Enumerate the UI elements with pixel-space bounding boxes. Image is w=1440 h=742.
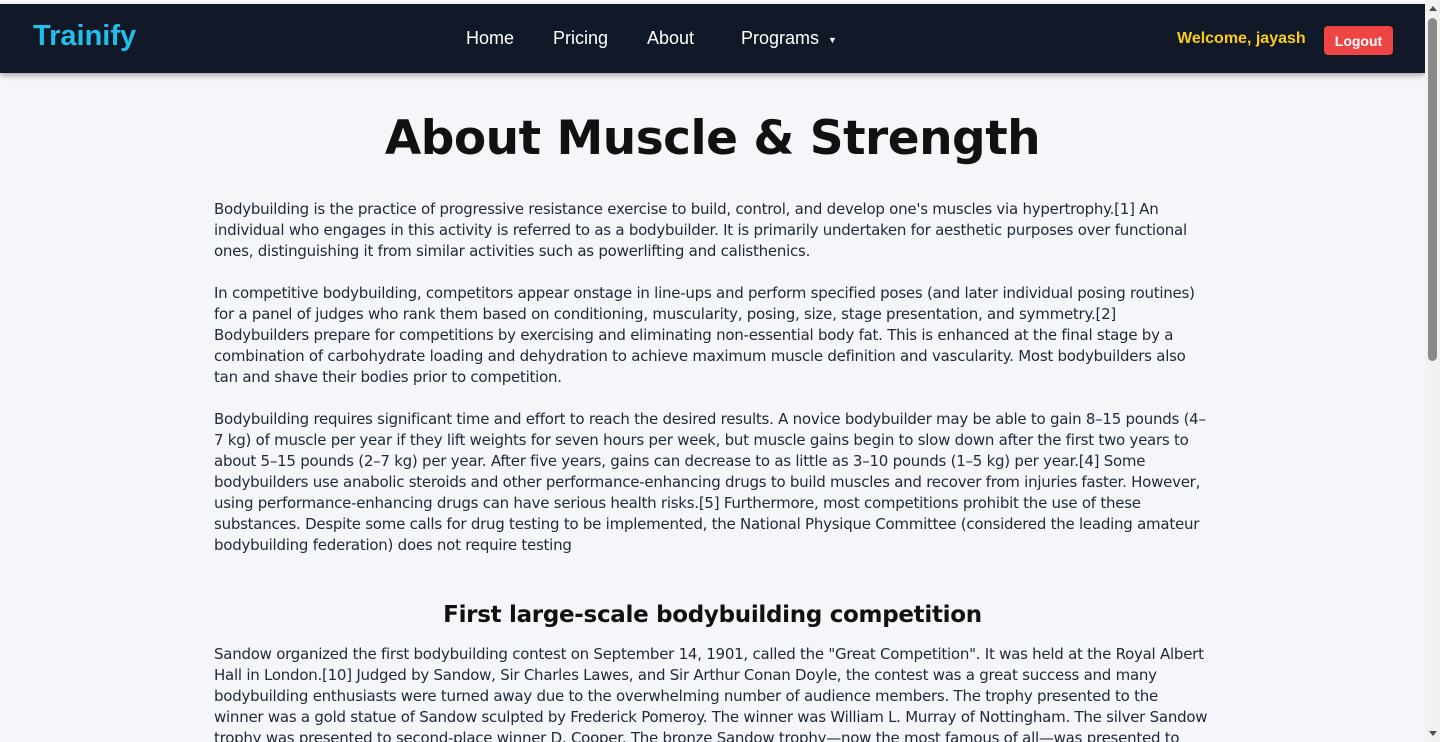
nav-programs-dropdown[interactable]: Programs ▼ (741, 28, 837, 49)
logout-button[interactable]: Logout (1324, 26, 1393, 55)
brand-logo[interactable]: Trainify (33, 20, 136, 53)
welcome-message: Welcome, jayash (1177, 30, 1306, 47)
nav-home-link[interactable]: Home (466, 28, 514, 49)
scrollbar-thumb[interactable] (1428, 18, 1437, 361)
history-paragraph: Sandow organized the first bodybuilding … (214, 645, 1208, 742)
chevron-down-icon: ▼ (828, 34, 837, 45)
nav-programs-label: Programs (741, 28, 820, 48)
page-title: About Muscle & Strength (384, 111, 1041, 166)
nav-about-link[interactable]: About (647, 28, 694, 49)
navbar: Trainify Home Pricing About Programs ▼ W… (0, 4, 1425, 73)
intro-paragraph: Bodybuilding is the practice of progress… (214, 200, 1187, 260)
scroll-up-arrow-icon[interactable] (1429, 6, 1437, 11)
competition-paragraph: In competitive bodybuilding, competitors… (214, 284, 1195, 386)
results-paragraph: Bodybuilding requires significant time a… (214, 410, 1206, 554)
page-viewport: Trainify Home Pricing About Programs ▼ W… (0, 0, 1425, 742)
about-content: About Muscle & Strength Bodybuilding is … (214, 73, 1211, 742)
nav-pricing-link[interactable]: Pricing (553, 28, 608, 49)
scroll-down-arrow-icon[interactable] (1429, 731, 1437, 736)
section-title: First large-scale bodybuilding competiti… (443, 602, 982, 628)
vertical-scrollbar[interactable] (1425, 0, 1440, 742)
